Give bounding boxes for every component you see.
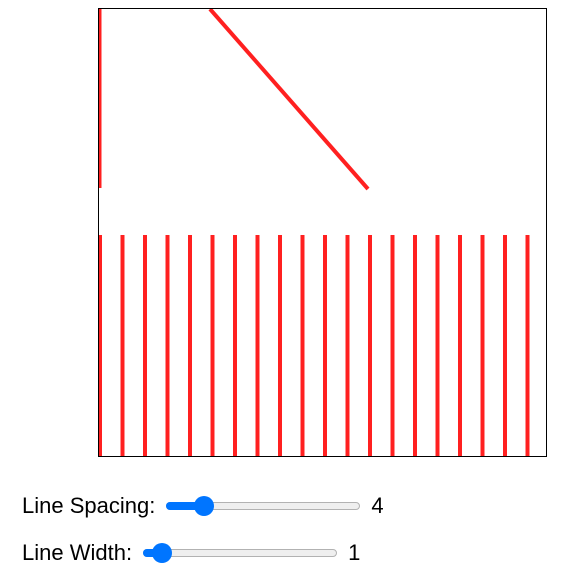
line-spacing-slider[interactable] xyxy=(166,496,361,516)
line-width-value: 1 xyxy=(348,540,361,565)
line-width-control: Line Width: 1 xyxy=(22,537,360,569)
slider-track xyxy=(143,549,338,557)
drawing-canvas xyxy=(98,8,547,457)
line-spacing-control: Line Spacing: 4 xyxy=(22,490,384,522)
slider-thumb[interactable] xyxy=(151,543,172,563)
line-width-label: Line Width: xyxy=(22,540,133,565)
diagonal-line xyxy=(208,9,370,191)
line-spacing-label: Line Spacing: xyxy=(22,493,156,518)
line-width-slider[interactable] xyxy=(143,543,338,563)
line-pattern-graphic xyxy=(99,9,530,456)
line-spacing-value: 4 xyxy=(371,493,384,518)
slider-thumb[interactable] xyxy=(194,496,215,516)
